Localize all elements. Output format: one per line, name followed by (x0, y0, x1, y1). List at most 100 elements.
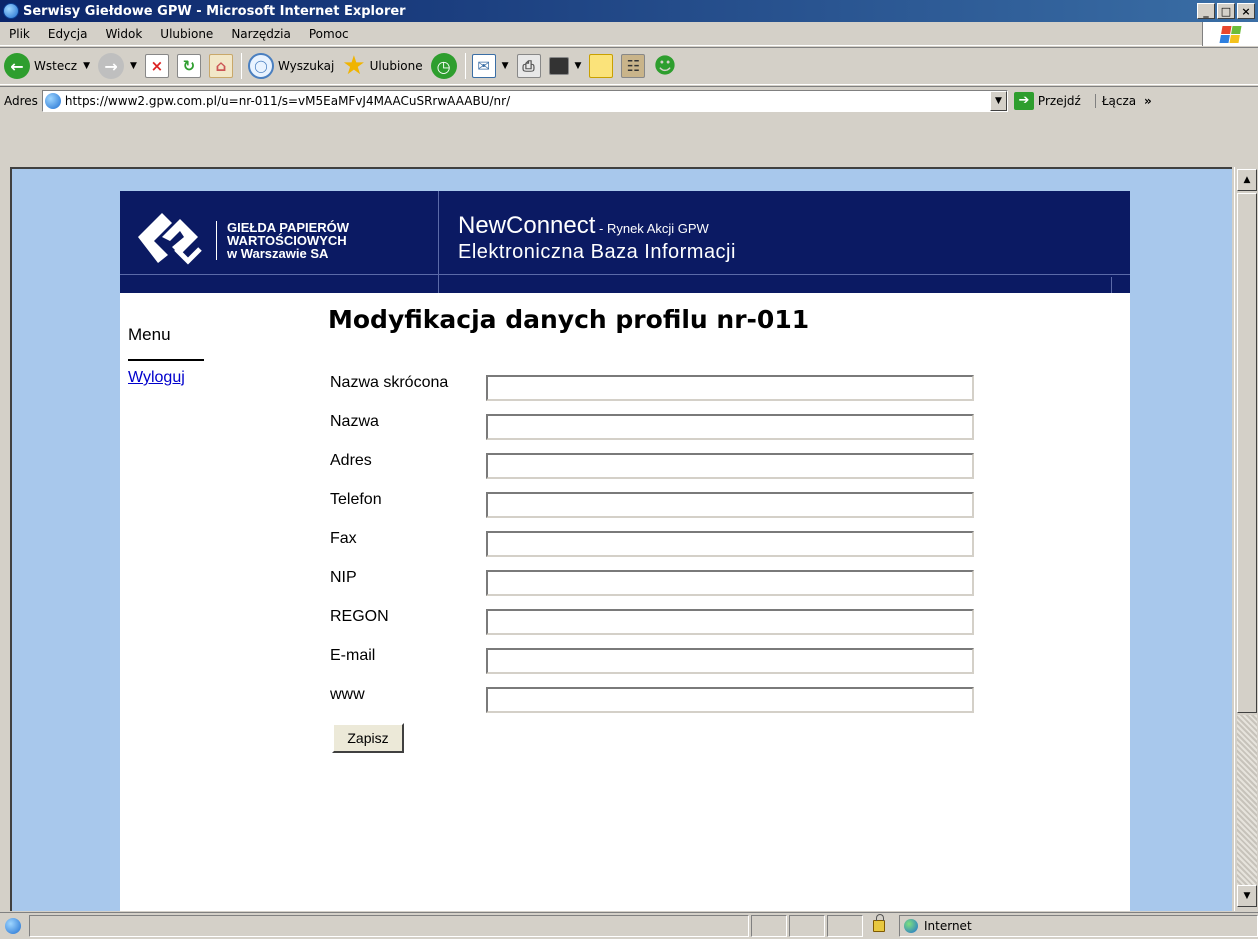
fax-input[interactable] (486, 531, 974, 557)
name-input[interactable] (486, 414, 974, 440)
back-label: Wstecz (34, 59, 78, 73)
regon-label: REGON (330, 608, 389, 625)
address-field-input[interactable] (486, 453, 974, 479)
menu-edit[interactable]: Edycja (39, 27, 97, 41)
address-dropdown-icon[interactable]: ▼ (989, 90, 1007, 111)
research-button[interactable]: ☷ (621, 50, 646, 82)
stop-button[interactable]: × (144, 50, 169, 82)
back-button[interactable]: ← Wstecz ▼ (4, 50, 90, 82)
messenger-icon: ☻ (653, 53, 677, 79)
short-name-label: Nazwa skrócona (330, 374, 449, 391)
ie-icon (3, 3, 19, 19)
menu-tools[interactable]: Narzędzia (222, 27, 300, 41)
browser-viewport: GIEŁDA PAPIERÓW WARTOŚCIOWYCH w Warszawi… (10, 167, 1232, 911)
edit-dropdown-icon[interactable]: ▼ (575, 61, 582, 71)
logout-link[interactable]: Wyloguj (128, 369, 208, 387)
status-panel (751, 915, 787, 937)
discuss-button[interactable] (589, 50, 614, 82)
status-bar: Internet (0, 912, 1258, 939)
menu-view[interactable]: Widok (96, 27, 151, 41)
form-row-fax: Fax (330, 529, 974, 568)
gpw-name-line: w Warszawie SA (227, 246, 329, 261)
phone-label: Telefon (330, 491, 382, 508)
form-row-address: Adres (330, 451, 974, 490)
email-input[interactable] (486, 648, 974, 674)
security-lock-icon[interactable] (865, 914, 893, 937)
menu-favorites[interactable]: Ulubione (151, 27, 222, 41)
minimize-button[interactable]: _ (1197, 3, 1215, 19)
scroll-down-icon[interactable]: ▼ (1237, 885, 1257, 907)
save-button[interactable]: Zapisz (332, 723, 404, 753)
short-name-input[interactable] (486, 375, 974, 401)
vertical-scrollbar[interactable]: ▲ ▼ (1234, 167, 1258, 911)
messenger-button[interactable]: ☻ (653, 50, 676, 82)
maximize-button[interactable]: □ (1217, 3, 1235, 19)
menu-help[interactable]: Pomoc (300, 27, 358, 41)
print-button[interactable]: ⎙ (516, 50, 541, 82)
status-panel (827, 915, 863, 937)
address-input[interactable]: https://www2.gpw.com.pl/u=nr-011/s=vM5Ea… (41, 89, 1008, 112)
phone-input[interactable] (486, 492, 974, 518)
links-label: Łącza (1101, 93, 1137, 108)
form-row-nip: NIP (330, 568, 974, 607)
search-button[interactable]: ◯ Wyszukaj (247, 50, 335, 82)
mail-dropdown-icon[interactable]: ▼ (502, 61, 509, 71)
mail-icon: ✉ (471, 54, 496, 78)
note-icon (589, 54, 614, 78)
nip-label: NIP (330, 569, 357, 586)
form-row-regon: REGON (330, 607, 974, 646)
toolbar-separator (240, 53, 242, 79)
favorites-label: Ulubione (369, 59, 423, 73)
product-title: NewConnect - Rynek Akcji GPW (458, 213, 709, 242)
go-button[interactable]: ➔ Przejdź (1013, 91, 1081, 110)
go-arrow-icon: ➔ (1013, 91, 1034, 110)
address-url[interactable]: https://www2.gpw.com.pl/u=nr-011/s=vM5Ea… (65, 94, 510, 108)
home-icon: ⌂ (208, 54, 233, 78)
favorites-button[interactable]: ★ Ulubione (342, 50, 422, 82)
globe-icon (904, 919, 918, 933)
search-icon: ◯ (247, 53, 274, 79)
product-suffix: - Rynek Akcji GPW (595, 221, 709, 236)
links-chevron-icon[interactable]: » (1144, 94, 1152, 108)
mail-button[interactable]: ✉ ▼ (471, 50, 509, 82)
www-label: www (330, 686, 365, 703)
window-title: Serwisy Giełdowe GPW - Microsoft Interne… (23, 3, 406, 19)
regon-input[interactable] (486, 609, 974, 635)
scroll-track[interactable] (1237, 715, 1257, 885)
page-title: Modyfikacja danych profilu nr-011 (328, 305, 810, 334)
windows-logo-icon (1202, 22, 1258, 46)
back-dropdown-icon[interactable]: ▼ (83, 61, 90, 71)
close-button[interactable]: × (1237, 3, 1255, 19)
scroll-thumb[interactable] (1237, 193, 1257, 713)
menu-bar: Plik Edycja Widok Ulubione Narzędzia Pom… (0, 22, 1258, 46)
history-button[interactable]: ◷ (430, 50, 457, 82)
page-container: GIEŁDA PAPIERÓW WARTOŚCIOWYCH w Warszawi… (120, 191, 1130, 911)
scroll-up-icon[interactable]: ▲ (1237, 169, 1257, 191)
form-row-phone: Telefon (330, 490, 974, 529)
form-row-short-name: Nazwa skrócona (330, 373, 974, 412)
links-button[interactable]: Łącza » (1094, 93, 1152, 108)
www-input[interactable] (486, 687, 974, 713)
product-subtitle: Elektroniczna Baza Informacji (458, 241, 736, 263)
star-icon: ★ (342, 51, 366, 81)
refresh-button[interactable]: ↻ (176, 50, 201, 82)
form-row-email: E-mail (330, 646, 974, 685)
address-field-label: Adres (330, 452, 372, 469)
edit-button[interactable]: ▼ (548, 50, 582, 82)
nip-input[interactable] (486, 570, 974, 596)
stop-icon: × (144, 54, 169, 78)
back-arrow-icon: ← (4, 53, 30, 79)
forward-button[interactable]: → ▼ (98, 50, 137, 82)
address-label: Adres (4, 93, 38, 108)
status-text-panel (29, 915, 749, 937)
search-label: Wyszukaj (277, 59, 335, 73)
forward-dropdown-icon[interactable]: ▼ (130, 61, 137, 71)
banner-divider (438, 191, 439, 293)
email-label: E-mail (330, 647, 376, 664)
security-zone[interactable]: Internet (899, 915, 1258, 937)
refresh-icon: ↻ (176, 54, 201, 78)
home-button[interactable]: ⌂ (208, 50, 233, 82)
window-title-bar: Serwisy Giełdowe GPW - Microsoft Interne… (0, 0, 1258, 22)
menu-file[interactable]: Plik (0, 27, 39, 41)
fax-label: Fax (330, 530, 357, 547)
